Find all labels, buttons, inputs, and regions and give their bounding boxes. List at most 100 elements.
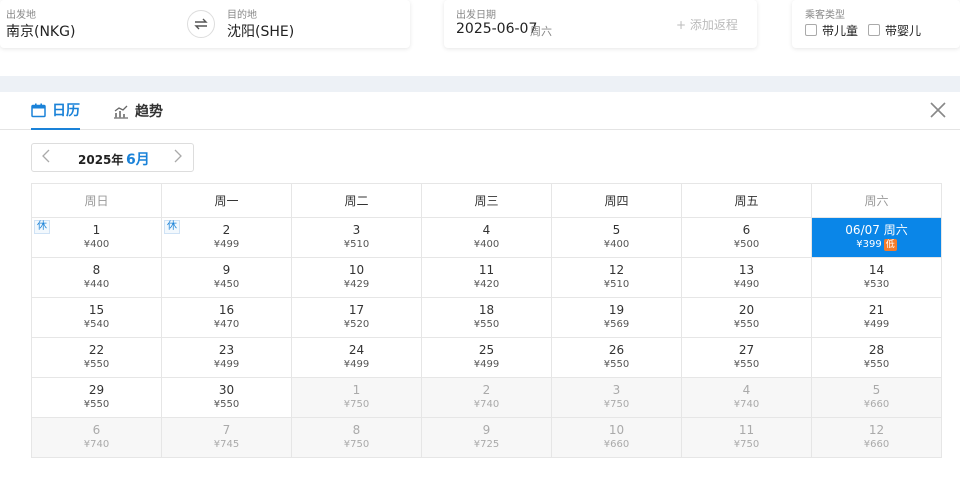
calendar-day-cell[interactable]: 22 ¥550 bbox=[31, 337, 162, 378]
month-navigator: 2025年 6月 bbox=[31, 143, 194, 172]
calendar-day-cell[interactable]: 15 ¥540 bbox=[31, 297, 162, 338]
calendar-day-cell[interactable]: 3 ¥510 bbox=[291, 217, 422, 258]
calendar-day-price-line: ¥429 bbox=[292, 278, 421, 292]
calendar-day-price-line: ¥490 bbox=[682, 278, 811, 292]
calendar-day-price: ¥660 bbox=[863, 399, 890, 410]
calendar-day-cell[interactable]: 1 ¥750 bbox=[291, 377, 422, 418]
calendar-day-price-line: ¥740 bbox=[32, 438, 161, 452]
calendar-day-cell[interactable]: 9 ¥450 bbox=[161, 257, 292, 298]
calendar-day-cell[interactable]: 6 ¥500 bbox=[681, 217, 812, 258]
infant-checkbox[interactable] bbox=[868, 24, 880, 36]
dest-field[interactable]: 沈阳(SHE) bbox=[227, 21, 294, 41]
calendar-day-number: 10 bbox=[608, 423, 625, 437]
calendar-day-number: 15 bbox=[88, 303, 105, 317]
calendar-day-number: 19 bbox=[608, 303, 625, 317]
calendar-day-cell-selected[interactable]: 06/07 周六 ¥399 低 bbox=[811, 217, 942, 258]
calendar-day-price: ¥740 bbox=[83, 439, 110, 450]
calendar-day-cell[interactable]: 26 ¥550 bbox=[551, 337, 682, 378]
weekday-header: 周一 bbox=[161, 183, 292, 218]
month-nav-month: 6月 bbox=[126, 152, 150, 168]
calendar-day-cell[interactable]: 13 ¥490 bbox=[681, 257, 812, 298]
calendar-day-cell[interactable]: 10 ¥660 bbox=[551, 417, 682, 458]
calendar-day-number: 11 bbox=[478, 263, 495, 277]
calendar-day-cell[interactable]: 2 ¥740 bbox=[421, 377, 552, 418]
calendar-day-cell[interactable]: 21 ¥499 bbox=[811, 297, 942, 338]
add-return-button[interactable]: + 添加返程 bbox=[676, 16, 738, 33]
calendar-day-cell[interactable]: 14 ¥530 bbox=[811, 257, 942, 298]
calendar-day-number: 26 bbox=[608, 343, 625, 357]
calendar-day-price-line: ¥400 bbox=[32, 238, 161, 252]
calendar-day-cell[interactable]: 5 ¥400 bbox=[551, 217, 682, 258]
calendar-day-number: 14 bbox=[868, 263, 885, 277]
calendar-day-price-line: ¥550 bbox=[32, 398, 161, 412]
calendar-day-price: ¥750 bbox=[603, 399, 630, 410]
calendar-day-cell[interactable]: 27 ¥550 bbox=[681, 337, 812, 378]
calendar-day-number: 7 bbox=[222, 423, 231, 437]
calendar-day-cell[interactable]: 11 ¥420 bbox=[421, 257, 552, 298]
calendar-day-price-line: ¥420 bbox=[422, 278, 551, 292]
calendar-day-cell[interactable]: 休 2 ¥499 bbox=[161, 217, 292, 258]
calendar-day-cell[interactable]: 18 ¥550 bbox=[421, 297, 552, 338]
calendar-day-number: 2 bbox=[482, 383, 491, 397]
calendar-day-cell[interactable]: 16 ¥470 bbox=[161, 297, 292, 338]
calendar-day-cell[interactable]: 8 ¥750 bbox=[291, 417, 422, 458]
origin-field[interactable]: 南京(NKG) bbox=[6, 21, 75, 41]
calendar-day-cell[interactable]: 4 ¥740 bbox=[681, 377, 812, 418]
date-card[interactable]: 出发日期 2025-06-07 周六 + 添加返程 bbox=[444, 0, 757, 48]
calendar-day-cell[interactable]: 12 ¥510 bbox=[551, 257, 682, 298]
calendar-day-cell[interactable]: 28 ¥550 bbox=[811, 337, 942, 378]
tab-calendar[interactable]: 日历 bbox=[31, 92, 80, 130]
calendar-day-number: 06/07 周六 bbox=[845, 223, 908, 237]
calendar-day-price-line: ¥750 bbox=[292, 398, 421, 412]
calendar-day-cell[interactable]: 25 ¥499 bbox=[421, 337, 552, 378]
close-button[interactable] bbox=[928, 100, 948, 120]
calendar-day-price-line: ¥660 bbox=[812, 398, 941, 412]
next-month-button[interactable] bbox=[174, 149, 182, 167]
calendar-day-price: ¥745 bbox=[213, 439, 240, 450]
calendar-day-cell[interactable]: 19 ¥569 bbox=[551, 297, 682, 338]
calendar-day-price: ¥510 bbox=[603, 279, 630, 290]
calendar-day-price-line: ¥499 bbox=[812, 318, 941, 332]
calendar-day-cell[interactable]: 11 ¥750 bbox=[681, 417, 812, 458]
calendar-week-row: 8 ¥440 9 ¥450 10 ¥429 11 ¥420 12 ¥510 13 ¥490 14 ¥530 bbox=[31, 257, 942, 298]
tab-trend[interactable]: 趋势 bbox=[113, 92, 163, 130]
swap-cities-button[interactable] bbox=[187, 10, 215, 38]
calendar-day-cell[interactable]: 6 ¥740 bbox=[31, 417, 162, 458]
calendar-day-price: ¥499 bbox=[343, 359, 370, 370]
calendar-day-cell[interactable]: 休 1 ¥400 bbox=[31, 217, 162, 258]
calendar-day-cell[interactable]: 23 ¥499 bbox=[161, 337, 292, 378]
calendar-day-price-line: ¥550 bbox=[682, 358, 811, 372]
calendar-day-cell[interactable]: 9 ¥725 bbox=[421, 417, 552, 458]
prev-month-button[interactable] bbox=[42, 149, 50, 167]
child-checkbox[interactable] bbox=[805, 24, 817, 36]
calendar-day-cell[interactable]: 17 ¥520 bbox=[291, 297, 422, 338]
weekday-header: 周六 bbox=[811, 183, 942, 218]
calendar-day-number: 8 bbox=[92, 263, 101, 277]
calendar-day-price: ¥660 bbox=[603, 439, 630, 450]
calendar-day-price: ¥399 bbox=[856, 239, 882, 250]
calendar-day-number: 8 bbox=[352, 423, 361, 437]
calendar-day-cell[interactable]: 8 ¥440 bbox=[31, 257, 162, 298]
calendar-day-cell[interactable]: 24 ¥499 bbox=[291, 337, 422, 378]
calendar-day-price: ¥499 bbox=[863, 319, 890, 330]
calendar-day-number: 9 bbox=[222, 263, 231, 277]
calendar-day-price: ¥550 bbox=[83, 399, 110, 410]
calendar-day-cell[interactable]: 4 ¥400 bbox=[421, 217, 552, 258]
calendar-day-cell[interactable]: 7 ¥745 bbox=[161, 417, 292, 458]
calendar-day-cell[interactable]: 20 ¥550 bbox=[681, 297, 812, 338]
calendar-day-price: ¥520 bbox=[343, 319, 370, 330]
calendar-day-cell[interactable]: 5 ¥660 bbox=[811, 377, 942, 418]
calendar-day-number: 13 bbox=[738, 263, 755, 277]
calendar-day-cell[interactable]: 29 ¥550 bbox=[31, 377, 162, 418]
calendar-day-cell[interactable]: 12 ¥660 bbox=[811, 417, 942, 458]
swap-icon bbox=[194, 18, 208, 30]
date-field[interactable]: 2025-06-07 bbox=[456, 21, 537, 37]
calendar-day-number: 12 bbox=[868, 423, 885, 437]
search-bar: 出发地 南京(NKG) 目的地 沈阳(SHE) 出发日期 2025-06-07 … bbox=[0, 0, 960, 76]
calendar-day-number: 4 bbox=[482, 223, 491, 237]
calendar-day-cell[interactable]: 30 ¥550 bbox=[161, 377, 292, 418]
calendar-day-cell[interactable]: 3 ¥750 bbox=[551, 377, 682, 418]
calendar-day-price: ¥440 bbox=[83, 279, 110, 290]
calendar-day-cell[interactable]: 10 ¥429 bbox=[291, 257, 422, 298]
calendar-day-number: 6 bbox=[92, 423, 101, 437]
